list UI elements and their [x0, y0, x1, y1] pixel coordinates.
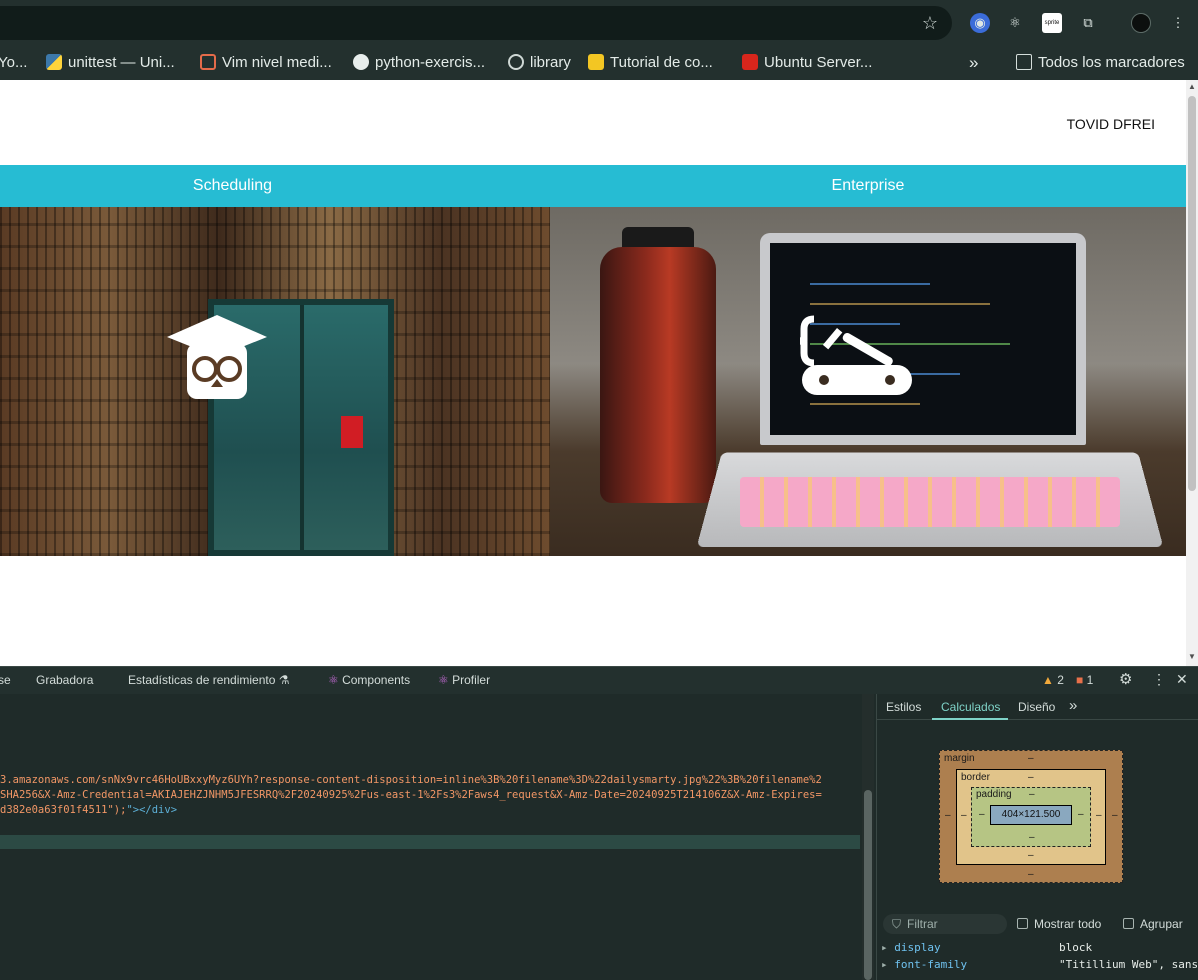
extensions-puzzle-icon[interactable]: ⧉	[1078, 13, 1098, 33]
all-bookmarks-button[interactable]: Todos los marcadores	[1016, 53, 1185, 73]
margin-bottom-value[interactable]: –	[1028, 869, 1034, 880]
box-model-margin[interactable]: margin – – – – border – – – – padding – …	[939, 750, 1123, 883]
scheduling-tile[interactable]	[0, 207, 550, 556]
padding-right-value[interactable]: –	[1078, 809, 1084, 820]
border-top-value[interactable]: –	[1028, 772, 1034, 783]
warnings-badge[interactable]: ▲ 2	[1042, 673, 1064, 687]
bookmark-star-icon[interactable]: ☆	[918, 12, 942, 36]
react-icon: ⚛	[438, 673, 453, 687]
tab-enterprise[interactable]: Enterprise	[550, 165, 1186, 207]
margin-right-value[interactable]: –	[1112, 810, 1118, 821]
bookmark-icon	[200, 54, 216, 70]
border-left-value[interactable]: –	[961, 810, 967, 821]
filter-icon: ⛉	[892, 917, 902, 931]
devtools-tab-performance-insights[interactable]: Estadísticas de rendimiento ⚗	[128, 673, 290, 687]
selected-node-row[interactable]	[0, 835, 860, 849]
browser-toolbar: ☆ ◉ ⚛ sprite ⧉ ⋮	[0, 0, 1198, 46]
react-devtools-icon[interactable]: ⚛	[1005, 13, 1025, 33]
box-model-padding[interactable]: padding – – – – 404×121.500	[971, 787, 1091, 847]
group-checkbox[interactable]: Agrupar	[1123, 917, 1183, 931]
elements-scrollbar[interactable]	[862, 694, 874, 980]
bookmark-item[interactable]: Yo...	[0, 53, 27, 73]
page-scrollbar[interactable]: ▲ ▼	[1186, 80, 1198, 666]
python-icon	[46, 54, 62, 70]
extension-blue-icon[interactable]: ◉	[970, 13, 990, 33]
enterprise-tile[interactable]	[550, 207, 1186, 556]
code-line[interactable]: d382e0a63f01f4511");"></div>	[0, 804, 177, 816]
computed-property-row[interactable]: ▸ display block	[881, 941, 1092, 954]
warning-icon: ▲	[1042, 673, 1058, 687]
tab-scheduling[interactable]: Scheduling	[0, 165, 465, 207]
browser-menu-icon[interactable]: ⋮	[1168, 13, 1188, 33]
border-label: border	[961, 772, 990, 783]
user-name[interactable]: TOVID DFREI	[1067, 116, 1155, 132]
bookmark-item[interactable]: python-exercis...	[353, 53, 485, 73]
devtools-tab[interactable]: se	[0, 673, 11, 687]
show-all-checkbox[interactable]: Mostrar todo	[1017, 917, 1101, 931]
elements-panel: 3.amazonaws.com/snNx9vrc46HoUBxxyMyz6UYh…	[0, 694, 876, 980]
react-icon: ⚛	[328, 673, 343, 687]
box-model-border[interactable]: border – – – – padding – – – – 404×121.5…	[956, 769, 1106, 865]
padding-top-value[interactable]: –	[1029, 789, 1035, 800]
devtools-tab-recorder[interactable]: Grabadora	[36, 673, 93, 687]
tab-styles[interactable]: Estilos	[886, 700, 921, 714]
padding-label: padding	[976, 789, 1012, 800]
errors-badge[interactable]: ■ 1	[1076, 673, 1093, 687]
bookmark-item[interactable]: unittest — Uni...	[46, 53, 175, 73]
address-bar[interactable]	[0, 6, 952, 40]
issue-icon: ■	[1076, 673, 1087, 687]
pdf-icon	[742, 54, 758, 70]
page-scrollbar-thumb[interactable]	[1188, 96, 1196, 491]
profile-avatar-icon[interactable]	[1131, 13, 1151, 33]
bookmark-item[interactable]: Vim nivel medi...	[200, 53, 332, 73]
expand-arrow-icon[interactable]: ▸	[881, 958, 888, 971]
scroll-up-icon[interactable]: ▲	[1188, 82, 1196, 91]
margin-label: margin	[944, 753, 975, 764]
bookmark-item[interactable]: Ubuntu Server...	[742, 53, 872, 73]
padding-left-value[interactable]: –	[979, 809, 985, 820]
styles-sidebar: Estilos Calculados Diseño » margin – – –…	[876, 694, 1198, 980]
folder-icon	[1016, 54, 1032, 70]
close-devtools-icon[interactable]: ✕	[1176, 671, 1188, 688]
bookmark-item[interactable]: library	[508, 53, 571, 73]
devtools-tab-components[interactable]: ⚛ Components	[328, 673, 410, 687]
swiss-knife-code-icon	[800, 315, 912, 395]
border-bottom-value[interactable]: –	[1028, 850, 1034, 861]
sprite-extension-icon[interactable]: sprite	[1042, 13, 1062, 33]
owl-graduation-icon	[167, 315, 267, 399]
box-model-content-size[interactable]: 404×121.500	[990, 805, 1072, 825]
keyboard	[740, 477, 1120, 527]
computed-property-row[interactable]: ▸ font-family "Titillium Web", sans	[881, 958, 1198, 971]
water-bottle	[600, 247, 716, 503]
scroll-down-icon[interactable]: ▼	[1188, 652, 1196, 661]
active-tab-indicator	[932, 718, 1008, 720]
margin-top-value[interactable]: –	[1028, 753, 1034, 764]
sidebar-tabs: Estilos Calculados Diseño »	[877, 694, 1198, 720]
devtools-tabbar: se Grabadora Estadísticas de rendimiento…	[0, 666, 1198, 694]
globe-icon	[508, 54, 524, 70]
web-page: TOVID DFREI Scheduling Enterprise	[0, 80, 1186, 666]
bookmarks-bar: Yo... unittest — Uni... Vim nivel medi..…	[0, 46, 1198, 80]
computed-filter-input[interactable]: ⛉ Filtrar	[883, 914, 1007, 934]
red-sign	[341, 416, 363, 448]
bulb-icon	[588, 54, 604, 70]
elements-scrollbar-thumb[interactable]	[864, 790, 872, 980]
more-tabs-icon[interactable]: »	[1069, 697, 1077, 714]
settings-gear-icon[interactable]: ⚙	[1119, 670, 1132, 688]
tab-layout[interactable]: Diseño	[1018, 700, 1055, 714]
github-icon	[353, 54, 369, 70]
border-right-value[interactable]: –	[1096, 810, 1102, 821]
nav-tabs: Scheduling Enterprise	[0, 165, 1186, 207]
code-line[interactable]: 3.amazonaws.com/snNx9vrc46HoUBxxyMyz6UYh…	[0, 774, 822, 786]
devtools-tab-profiler[interactable]: ⚛ Profiler	[438, 673, 490, 687]
padding-bottom-value[interactable]: –	[1029, 832, 1035, 843]
expand-arrow-icon[interactable]: ▸	[881, 941, 888, 954]
tab-computed[interactable]: Calculados	[941, 700, 1000, 714]
bookmarks-overflow-button[interactable]: »	[969, 53, 978, 73]
code-line[interactable]: SHA256&X-Amz-Credential=AKIAJEHZJNHM5JFE…	[0, 789, 822, 801]
devtools-menu-icon[interactable]: ⋮	[1152, 671, 1166, 688]
margin-left-value[interactable]: –	[945, 810, 951, 821]
bookmark-item[interactable]: Tutorial de co...	[588, 53, 713, 73]
